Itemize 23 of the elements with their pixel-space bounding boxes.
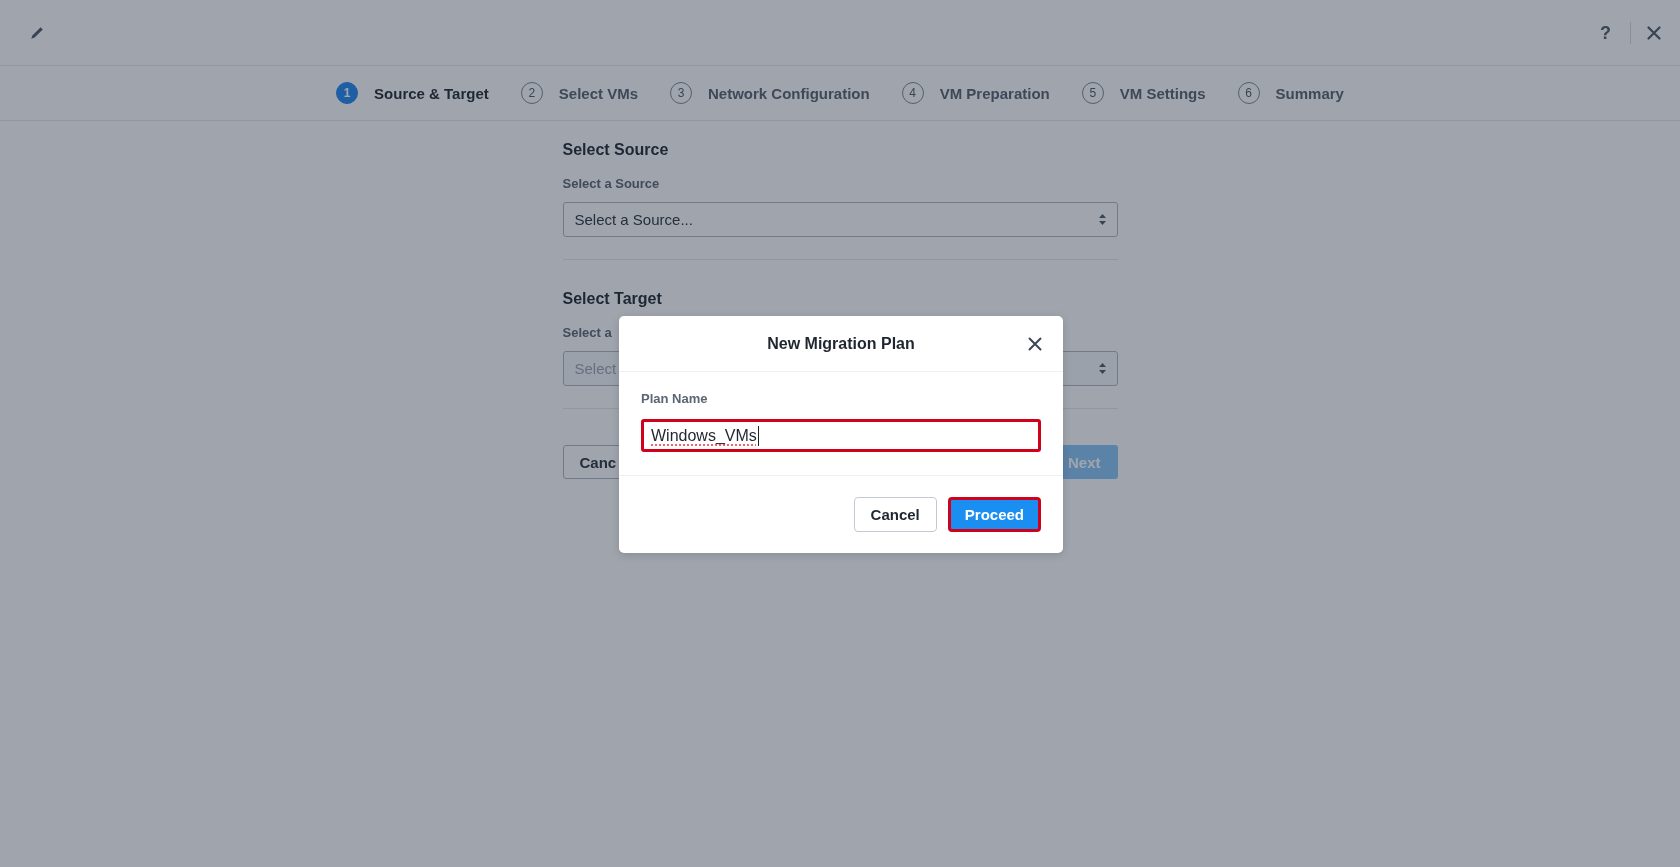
wizard-step[interactable]: 2 Select VMs <box>520 82 638 104</box>
plan-name-field[interactable]: Windows_VMs <box>641 419 1041 452</box>
step-number: 1 <box>336 82 359 104</box>
field-label: Select a <box>562 325 613 341</box>
select-field[interactable]: Select a Source... <box>562 202 1118 237</box>
wizard-step[interactable]: 4 VM Preparation <box>901 82 1050 104</box>
dialog-title: New Migration Plan <box>767 334 915 353</box>
field-label: Select a Source <box>562 176 661 192</box>
section-heading: Select Target <box>562 289 663 309</box>
section-heading: Select Source <box>562 140 670 160</box>
wizard-step[interactable]: 1 Source & Target <box>336 82 489 104</box>
wizard-step[interactable]: 6 Summary <box>1237 82 1344 104</box>
sort-arrows-icon <box>1098 214 1106 225</box>
cancel-button[interactable]: Cancel <box>853 497 937 532</box>
pencil-icon[interactable] <box>30 25 44 40</box>
proceed-button[interactable]: Proceed <box>947 497 1041 532</box>
help-button[interactable]: ? <box>1597 21 1614 44</box>
wizard-step[interactable]: 3 Network Configuration <box>670 82 870 104</box>
close-icon[interactable] <box>1028 336 1042 351</box>
field-label: Plan Name <box>641 391 709 407</box>
close-icon[interactable] <box>1647 25 1661 40</box>
wizard-step[interactable]: 5 VM Settings <box>1081 82 1206 104</box>
sort-arrows-icon <box>1098 363 1106 374</box>
